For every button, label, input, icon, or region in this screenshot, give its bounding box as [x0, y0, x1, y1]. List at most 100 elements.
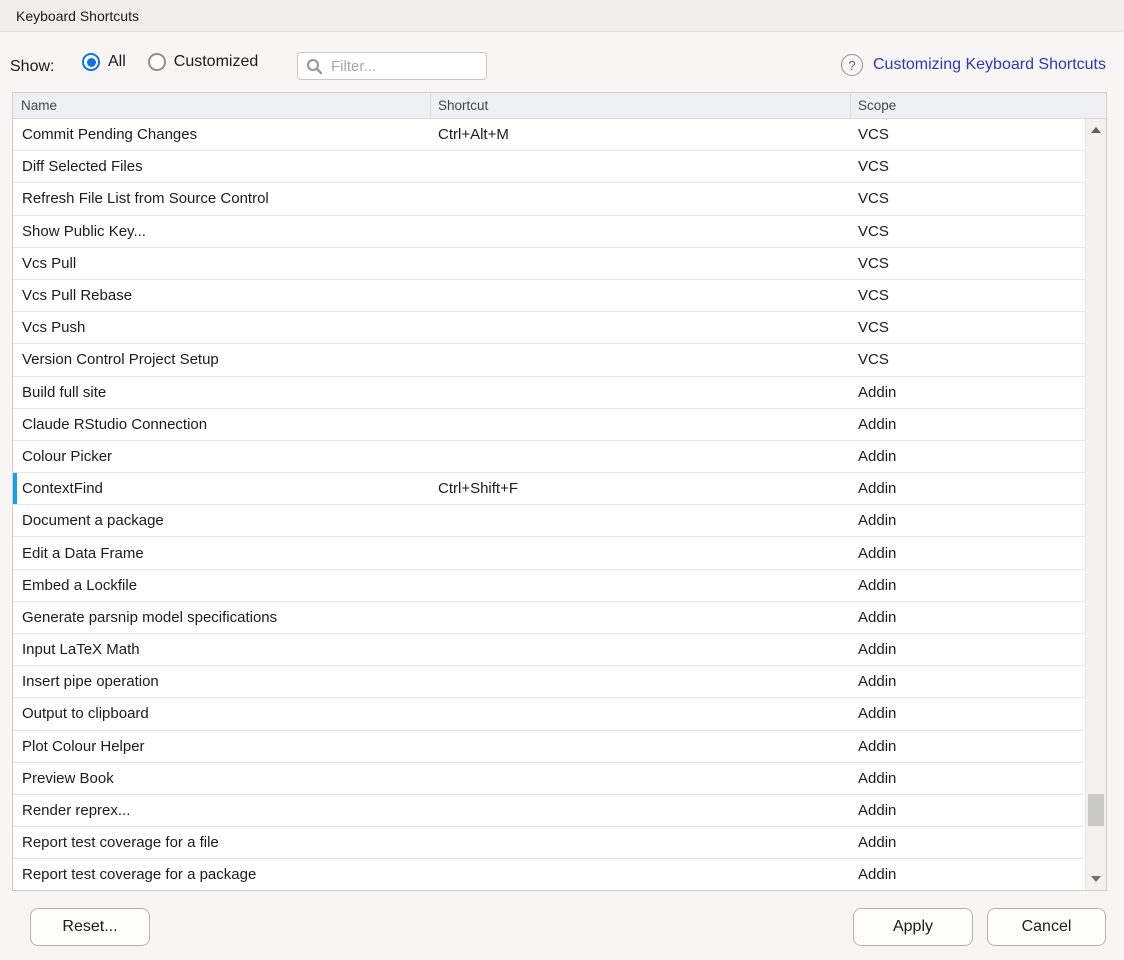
- row-name[interactable]: Insert pipe operation: [13, 673, 431, 690]
- table-row[interactable]: Vcs Push VCS: [13, 312, 1085, 344]
- row-scope[interactable]: Addin: [851, 641, 1085, 658]
- vertical-scrollbar[interactable]: [1085, 119, 1106, 890]
- table-row[interactable]: Generate parsnip model specifications Ad…: [13, 602, 1085, 634]
- row-scope[interactable]: Addin: [851, 448, 1085, 465]
- row-name[interactable]: Report test coverage for a package: [13, 866, 431, 883]
- radio-customized-label[interactable]: Customized: [174, 53, 258, 71]
- row-name[interactable]: Report test coverage for a file: [13, 834, 431, 851]
- row-scope[interactable]: Addin: [851, 416, 1085, 433]
- row-scope[interactable]: Addin: [851, 609, 1085, 626]
- row-name[interactable]: Claude RStudio Connection: [13, 416, 431, 433]
- apply-button[interactable]: Apply: [853, 908, 973, 946]
- row-name[interactable]: Commit Pending Changes: [13, 126, 431, 143]
- table-row[interactable]: Version Control Project Setup VCS: [13, 344, 1085, 376]
- radio-all-control[interactable]: [82, 53, 100, 71]
- table-row[interactable]: Commit Pending Changes Ctrl+Alt+M VCS: [13, 119, 1085, 151]
- table-row[interactable]: Insert pipe operation Addin: [13, 666, 1085, 698]
- show-label: Show:: [10, 58, 54, 76]
- row-scope[interactable]: VCS: [851, 158, 1085, 175]
- table-row[interactable]: Diff Selected Files VCS: [13, 151, 1085, 183]
- radio-customized-control[interactable]: [148, 53, 166, 71]
- row-name[interactable]: Embed a Lockfile: [13, 577, 431, 594]
- row-name[interactable]: Vcs Pull Rebase: [13, 287, 431, 304]
- row-scope[interactable]: Addin: [851, 802, 1085, 819]
- table-row[interactable]: Edit a Data Frame Addin: [13, 537, 1085, 569]
- row-name[interactable]: Render reprex...: [13, 802, 431, 819]
- table-row[interactable]: Colour Picker Addin: [13, 441, 1085, 473]
- search-icon: [306, 58, 323, 75]
- row-name[interactable]: Colour Picker: [13, 448, 431, 465]
- column-header-scope[interactable]: Scope: [851, 93, 1106, 118]
- scrollbar-thumb[interactable]: [1088, 794, 1104, 826]
- column-header-shortcut[interactable]: Shortcut: [431, 93, 851, 118]
- row-name[interactable]: Output to clipboard: [13, 705, 431, 722]
- row-scope[interactable]: VCS: [851, 126, 1085, 143]
- filter-box[interactable]: [297, 52, 487, 80]
- table-row[interactable]: Vcs Pull Rebase VCS: [13, 280, 1085, 312]
- row-name[interactable]: Edit a Data Frame: [13, 545, 431, 562]
- scrollbar-down-arrow-icon[interactable]: [1091, 876, 1101, 882]
- row-scope[interactable]: VCS: [851, 287, 1085, 304]
- row-name[interactable]: Vcs Push: [13, 319, 431, 336]
- table-row[interactable]: Output to clipboard Addin: [13, 698, 1085, 730]
- table-header: Name Shortcut Scope: [13, 93, 1106, 119]
- row-name[interactable]: ContextFind: [13, 480, 431, 497]
- row-scope[interactable]: Addin: [851, 770, 1085, 787]
- table-row[interactable]: Embed a Lockfile Addin: [13, 570, 1085, 602]
- row-scope[interactable]: Addin: [851, 673, 1085, 690]
- dialog-titlebar: Keyboard Shortcuts: [0, 0, 1124, 32]
- row-scope[interactable]: VCS: [851, 223, 1085, 240]
- table-row[interactable]: Refresh File List from Source Control VC…: [13, 183, 1085, 215]
- table-row[interactable]: Vcs Pull VCS: [13, 248, 1085, 280]
- scrollbar-up-arrow-icon[interactable]: [1091, 127, 1101, 133]
- row-scope[interactable]: Addin: [851, 384, 1085, 401]
- reset-button[interactable]: Reset...: [30, 908, 150, 946]
- radio-all-label[interactable]: All: [108, 53, 126, 71]
- row-scope[interactable]: VCS: [851, 319, 1085, 336]
- radio-all[interactable]: All: [82, 53, 126, 71]
- row-scope[interactable]: Addin: [851, 480, 1085, 497]
- row-scope[interactable]: Addin: [851, 705, 1085, 722]
- row-scope[interactable]: VCS: [851, 190, 1085, 207]
- table-row[interactable]: Render reprex... Addin: [13, 795, 1085, 827]
- table-row[interactable]: Report test coverage for a file Addin: [13, 827, 1085, 859]
- row-scope[interactable]: Addin: [851, 738, 1085, 755]
- table-row[interactable]: Document a package Addin: [13, 505, 1085, 537]
- row-scope[interactable]: Addin: [851, 512, 1085, 529]
- row-shortcut[interactable]: Ctrl+Alt+M: [431, 126, 851, 143]
- row-name[interactable]: Diff Selected Files: [13, 158, 431, 175]
- table-row[interactable]: Report test coverage for a package Addin: [13, 859, 1085, 890]
- table-row[interactable]: Preview Book Addin: [13, 763, 1085, 795]
- row-name[interactable]: Version Control Project Setup: [13, 351, 431, 368]
- help-icon[interactable]: ?: [841, 54, 863, 76]
- row-scope[interactable]: VCS: [851, 255, 1085, 272]
- row-name[interactable]: Plot Colour Helper: [13, 738, 431, 755]
- row-scope[interactable]: VCS: [851, 351, 1085, 368]
- row-scope[interactable]: Addin: [851, 866, 1085, 883]
- row-scope[interactable]: Addin: [851, 577, 1085, 594]
- help-link[interactable]: Customizing Keyboard Shortcuts: [873, 56, 1106, 74]
- row-shortcut[interactable]: Ctrl+Shift+F: [431, 480, 851, 497]
- table-row[interactable]: Input LaTeX Math Addin: [13, 634, 1085, 666]
- row-name[interactable]: Refresh File List from Source Control: [13, 190, 431, 207]
- show-radio-group: All Customized: [82, 53, 258, 71]
- table-row[interactable]: Build full site Addin: [13, 377, 1085, 409]
- row-name[interactable]: Document a package: [13, 512, 431, 529]
- row-name[interactable]: Show Public Key...: [13, 223, 431, 240]
- row-name[interactable]: Vcs Pull: [13, 255, 431, 272]
- help-area: ? Customizing Keyboard Shortcuts: [841, 54, 1106, 76]
- row-scope[interactable]: Addin: [851, 834, 1085, 851]
- row-name[interactable]: Input LaTeX Math: [13, 641, 431, 658]
- radio-customized[interactable]: Customized: [148, 53, 258, 71]
- row-name[interactable]: Preview Book: [13, 770, 431, 787]
- table-row[interactable]: ContextFind Ctrl+Shift+F Addin: [13, 473, 1085, 505]
- row-scope[interactable]: Addin: [851, 545, 1085, 562]
- table-row[interactable]: Plot Colour Helper Addin: [13, 731, 1085, 763]
- table-row[interactable]: Claude RStudio Connection Addin: [13, 409, 1085, 441]
- filter-input[interactable]: [331, 58, 478, 75]
- column-header-name[interactable]: Name: [13, 93, 431, 118]
- table-row[interactable]: Show Public Key... VCS: [13, 216, 1085, 248]
- row-name[interactable]: Generate parsnip model specifications: [13, 609, 431, 626]
- cancel-button[interactable]: Cancel: [987, 908, 1106, 946]
- row-name[interactable]: Build full site: [13, 384, 431, 401]
